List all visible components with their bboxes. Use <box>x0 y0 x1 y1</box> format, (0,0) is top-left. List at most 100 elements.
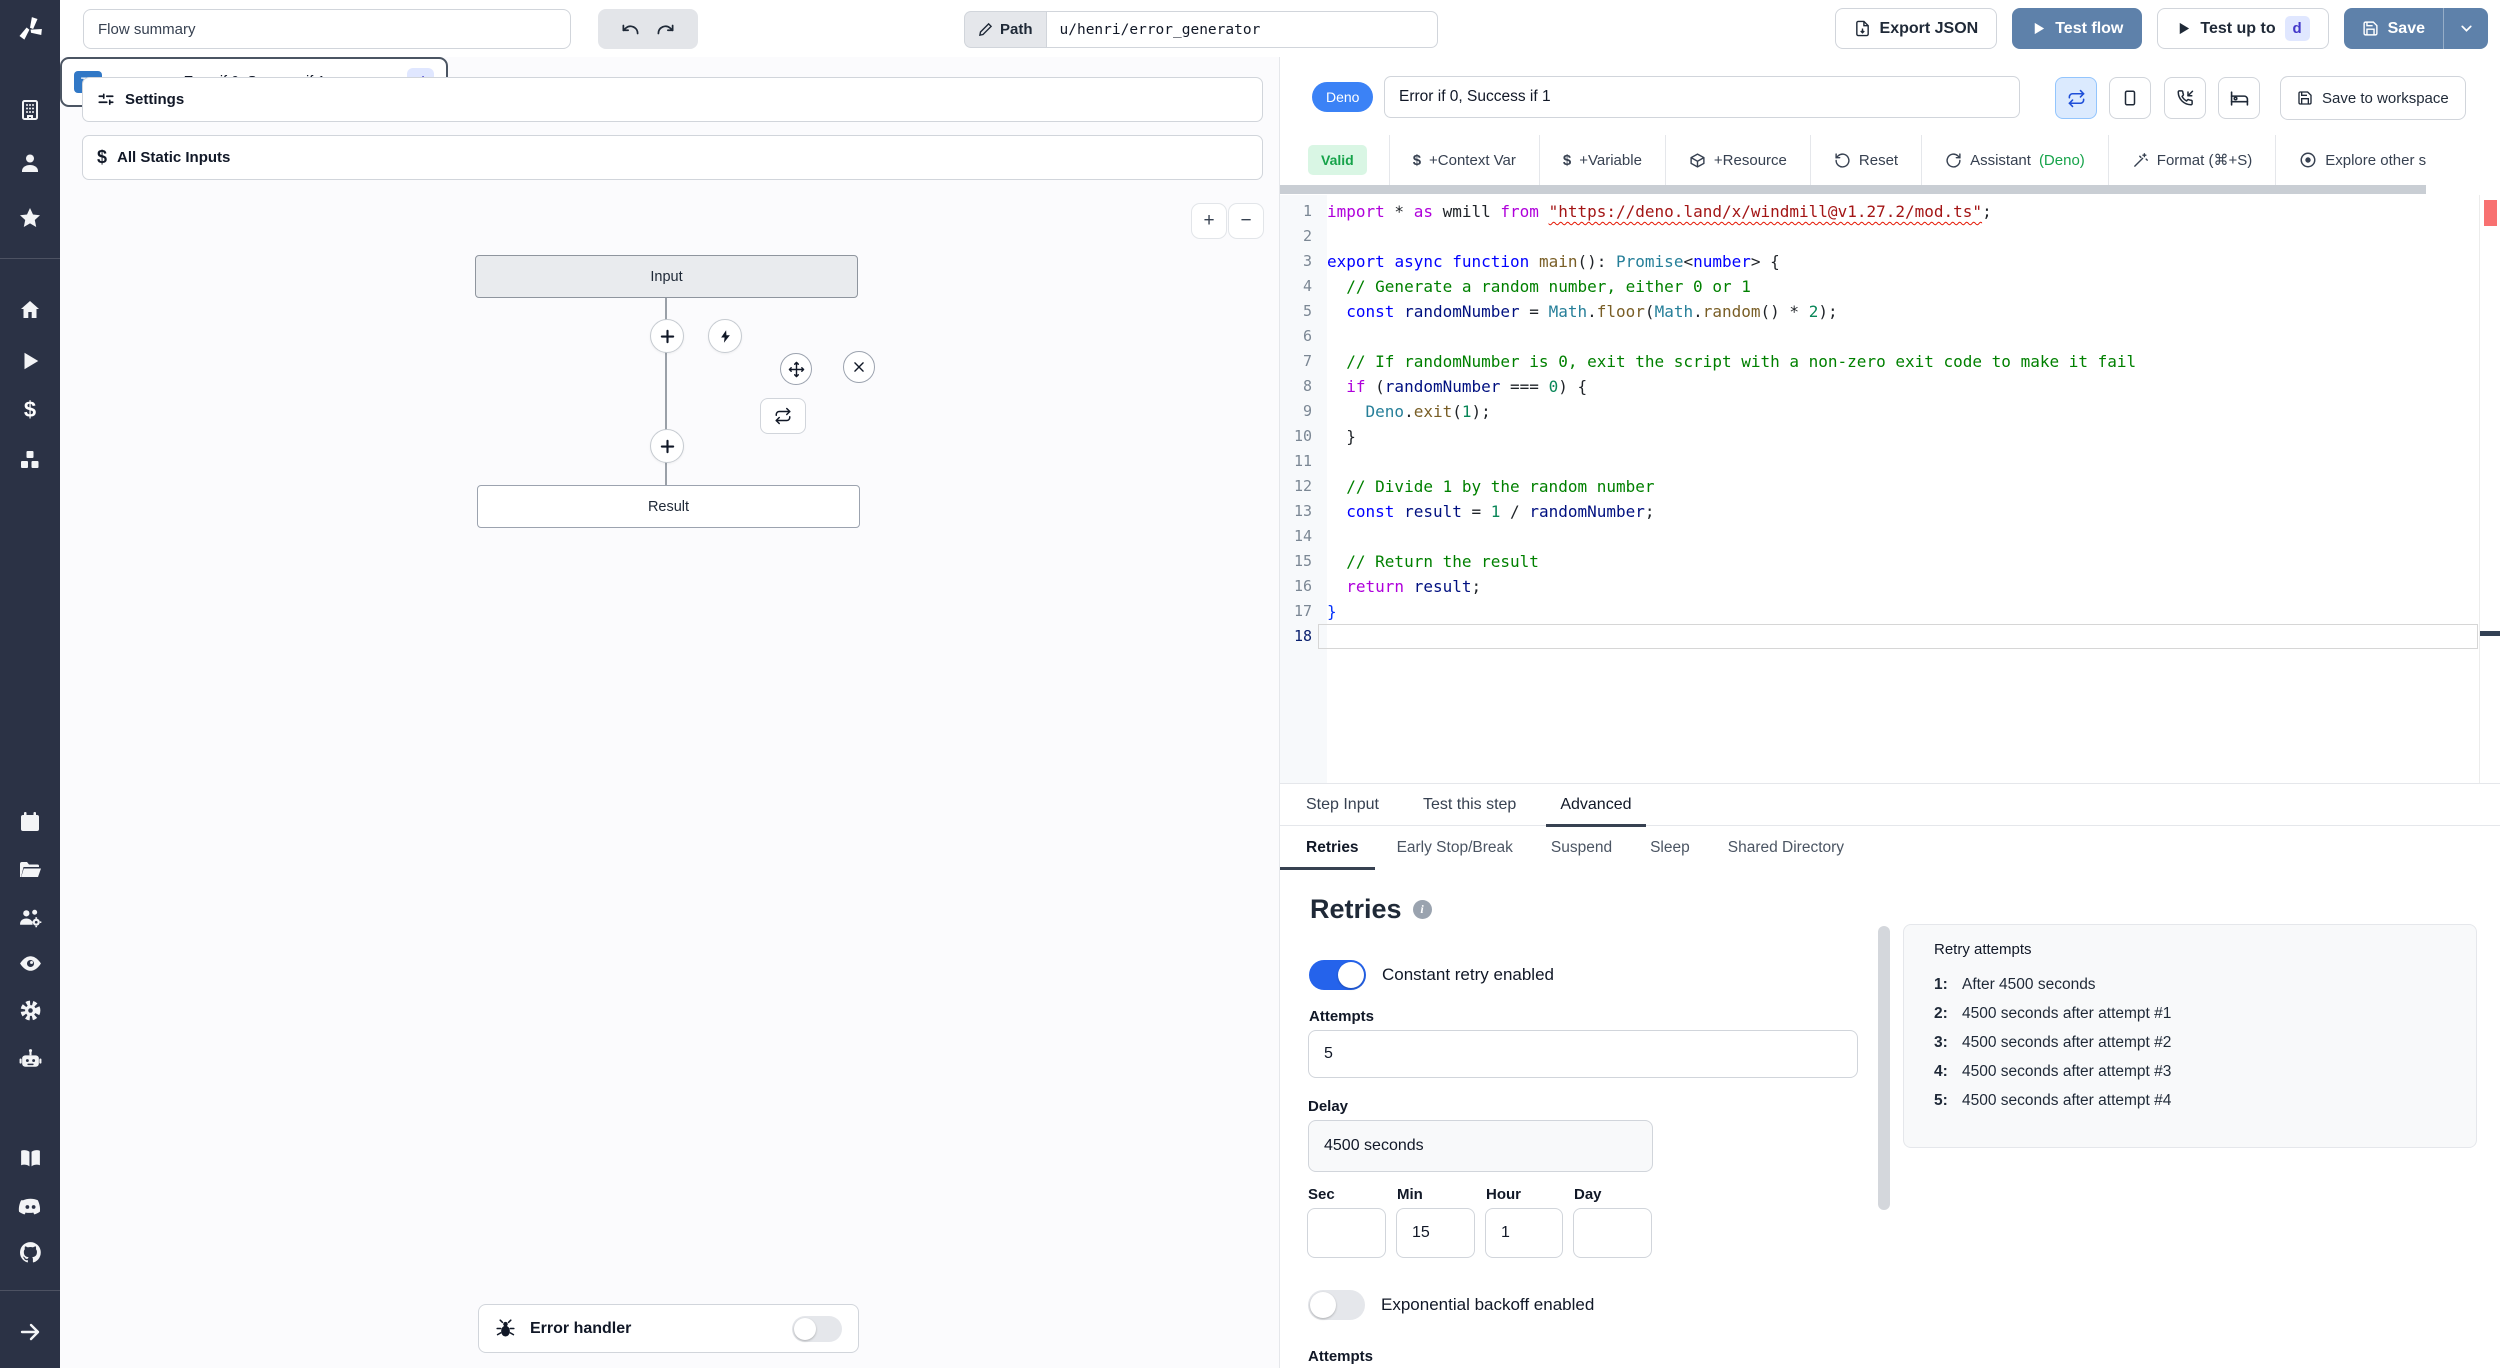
code-line[interactable]: // Generate a random number, either 0 or… <box>1327 274 2478 299</box>
hour-input[interactable]: 1 <box>1485 1208 1563 1258</box>
trigger-bolt-button[interactable] <box>708 319 742 353</box>
audit-eye-icon[interactable] <box>17 950 43 976</box>
insert-step-button[interactable] <box>650 429 684 463</box>
workers-robot-icon[interactable] <box>17 1046 43 1072</box>
suspend-phone-button[interactable] <box>2164 77 2206 119</box>
code-line[interactable]: if (randomNumber === 0) { <box>1327 374 2478 399</box>
code-line[interactable]: const result = 1 / randomNumber; <box>1327 499 2478 524</box>
test-flow-button[interactable]: Test flow <box>2012 8 2143 49</box>
add-variable-button[interactable]: $ +Variable <box>1540 152 1665 169</box>
code-line[interactable]: } <box>1327 599 2478 624</box>
flow-result-node[interactable]: Result <box>477 485 860 528</box>
flow-input-node[interactable]: Input <box>475 255 858 298</box>
toggle-knob <box>1310 1292 1336 1318</box>
code-line[interactable] <box>1327 624 2478 649</box>
code-line[interactable]: import * as wmill from "https://deno.lan… <box>1327 199 2478 224</box>
all-static-inputs-row[interactable]: $ All Static Inputs <box>82 135 1263 180</box>
delete-step-button[interactable] <box>843 351 875 383</box>
early-stop-square-button[interactable] <box>2109 77 2151 119</box>
tab-advanced[interactable]: Advanced <box>1546 783 1646 827</box>
code-editor[interactable]: 1 2 3 4 5 6 7 8 9 10 11 12 13 14 15 16 17 18 import * as … <box>1280 195 2500 783</box>
add-context-var-button[interactable]: $ +Context Var <box>1390 152 1539 169</box>
discord-icon[interactable] <box>17 1193 43 1219</box>
save-dropdown-button[interactable] <box>2444 8 2488 49</box>
undo-icon[interactable] <box>621 20 640 39</box>
flow-summary-input[interactable]: Flow summary <box>83 9 571 49</box>
folders-icon[interactable] <box>17 857 43 883</box>
code-line[interactable]: Deno.exit(1); <box>1327 399 2478 424</box>
code-lines[interactable]: import * as wmill from "https://deno.lan… <box>1327 199 2478 649</box>
line-number: 10 <box>1293 427 1312 445</box>
constant-retry-toggle[interactable] <box>1309 960 1366 990</box>
path-input[interactable]: u/henri/error_generator <box>1045 11 1438 48</box>
assistant-language: (Deno) <box>2038 151 2085 169</box>
save-button[interactable]: Save <box>2344 8 2443 49</box>
tab-test-this-step[interactable]: Test this step <box>1423 783 1516 826</box>
delay-input[interactable]: 4500 seconds <box>1308 1120 1653 1172</box>
collapse-arrow-right-icon[interactable] <box>17 1319 43 1345</box>
settings-gear-icon[interactable] <box>17 997 43 1023</box>
runs-play-icon[interactable] <box>17 348 43 374</box>
github-icon[interactable] <box>17 1239 43 1265</box>
workspace-building-icon[interactable] <box>17 97 43 123</box>
attempts-input[interactable]: 5 <box>1308 1030 1858 1078</box>
zoom-in-button[interactable]: + <box>1191 203 1227 239</box>
user-icon[interactable] <box>17 150 43 176</box>
redo-icon[interactable] <box>656 20 675 39</box>
subtab-early-stop[interactable]: Early Stop/Break <box>1397 826 1513 870</box>
code-line[interactable]: // Return the result <box>1327 549 2478 574</box>
code-line[interactable] <box>1327 224 2478 249</box>
test-up-to-button[interactable]: Test up to d <box>2157 8 2329 49</box>
code-line[interactable]: return result; <box>1327 574 2478 599</box>
plus-icon: + <box>1203 210 1215 231</box>
subtab-suspend[interactable]: Suspend <box>1551 826 1612 870</box>
move-step-handle[interactable] <box>780 353 812 385</box>
export-json-button[interactable]: Export JSON <box>1834 8 1998 49</box>
explore-scripts-button[interactable]: Explore other s <box>2276 151 2449 169</box>
day-input[interactable] <box>1573 1208 1652 1258</box>
sleep-bed-button[interactable] <box>2218 77 2260 119</box>
zoom-out-button[interactable]: − <box>1228 203 1264 239</box>
info-icon[interactable]: i <box>1412 900 1432 919</box>
tab-step-input[interactable]: Step Input <box>1306 783 1379 826</box>
path-label[interactable]: Path <box>964 11 1046 48</box>
toolbar-scrollbar-thumb[interactable] <box>1280 185 2426 194</box>
home-icon[interactable] <box>17 297 43 323</box>
resources-boxes-icon[interactable] <box>17 447 43 473</box>
favorites-star-icon[interactable] <box>17 205 43 231</box>
groups-users-settings-icon[interactable] <box>17 904 43 930</box>
retry-loop-indicator-button[interactable] <box>760 398 806 434</box>
exponential-backoff-toggle[interactable] <box>1308 1290 1365 1320</box>
code-line[interactable]: const randomNumber = Math.floor(Math.ran… <box>1327 299 2478 324</box>
format-button[interactable]: Format (⌘+S) <box>2109 151 2275 169</box>
assistant-button[interactable]: Assistant (Deno) <box>1922 152 2108 169</box>
code-line[interactable] <box>1327 449 2478 474</box>
code-line[interactable]: // Divide 1 by the random number <box>1327 474 2478 499</box>
min-input[interactable]: 15 <box>1396 1208 1475 1258</box>
reset-button[interactable]: Reset <box>1811 152 1921 169</box>
code-line[interactable]: } <box>1327 424 2478 449</box>
windmill-logo-icon[interactable] <box>0 0 60 57</box>
panel-scrollbar-thumb[interactable] <box>1878 926 1890 1210</box>
error-handler-toggle[interactable] <box>792 1315 842 1342</box>
code-line[interactable] <box>1327 324 2478 349</box>
subtab-shared-directory[interactable]: Shared Directory <box>1728 826 1844 870</box>
retries-shortcut-button[interactable] <box>2055 77 2097 119</box>
flow-settings-row[interactable]: Settings <box>82 77 1263 122</box>
subtab-retries[interactable]: Retries <box>1280 826 1374 870</box>
subtab-sleep[interactable]: Sleep <box>1650 826 1690 870</box>
plus-icon <box>659 438 676 455</box>
docs-book-icon[interactable] <box>17 1145 43 1171</box>
retry-attempts-summary: Retry attempts 1: After 4500 seconds 2: 450… <box>1903 924 2477 1148</box>
variables-dollar-icon[interactable]: $ <box>17 397 43 423</box>
step-title-input[interactable]: Error if 0, Success if 1 <box>1384 76 2020 118</box>
code-line[interactable]: // If randomNumber is 0, exit the script… <box>1327 349 2478 374</box>
code-line[interactable]: export async function main(): Promise<nu… <box>1327 249 2478 274</box>
schedules-calendar-icon[interactable] <box>17 809 43 835</box>
line-number: 3 <box>1302 252 1312 270</box>
save-to-workspace-button[interactable]: Save to workspace <box>2280 76 2466 120</box>
code-line[interactable] <box>1327 524 2478 549</box>
insert-step-button[interactable] <box>650 319 684 353</box>
add-resource-button[interactable]: +Resource <box>1666 152 1810 169</box>
sec-input[interactable] <box>1307 1208 1386 1258</box>
